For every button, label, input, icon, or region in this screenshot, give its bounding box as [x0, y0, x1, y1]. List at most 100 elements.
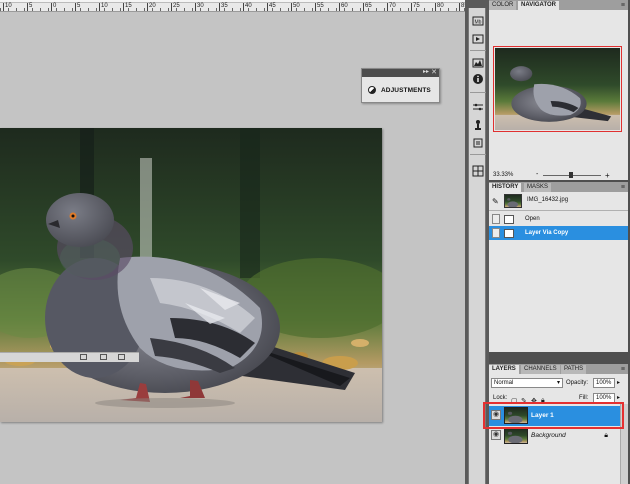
eye-icon[interactable]: ◉	[491, 430, 501, 440]
ruler-label: 45	[269, 3, 276, 9]
snapshot-name[interactable]: IMG_16432.jpg	[527, 197, 568, 203]
opacity-arrow-icon[interactable]: ▸	[617, 379, 620, 386]
document-icon	[504, 214, 514, 224]
opacity-input[interactable]: 100%	[593, 378, 615, 388]
history-footer	[0, 352, 139, 362]
snapshot-icon[interactable]	[100, 354, 107, 360]
navigator-view-box[interactable]	[493, 46, 622, 132]
ruler-label: 65	[365, 3, 372, 9]
layer-thumbnail	[504, 427, 528, 444]
ruler-label: 5	[77, 3, 81, 9]
adjustments-titlebar[interactable]: ▸▸ ✕	[362, 69, 439, 77]
ruler-major-tick	[435, 3, 436, 11]
dock-divider	[470, 92, 486, 93]
ruler-label: 0	[53, 3, 57, 9]
ruler-major-tick	[339, 3, 340, 11]
ruler-label: 10	[5, 3, 12, 9]
mini-bridge-icon[interactable]: Mb	[471, 14, 485, 28]
tab-masks[interactable]: MASKS	[524, 183, 552, 192]
ruler-label: 50	[293, 3, 300, 9]
ruler-major-tick	[3, 3, 4, 11]
adjustments-button[interactable]: ADJUSTMENTS	[362, 77, 439, 103]
dock-divider	[470, 50, 486, 51]
adjustments-icon	[368, 86, 376, 94]
ruler-major-tick	[147, 3, 148, 11]
layer-row[interactable]: ◉ Background 🔒︎	[489, 426, 628, 446]
ruler-major-tick	[459, 3, 460, 11]
ruler-label: 75	[413, 3, 420, 9]
zoom-out-icon[interactable]: -	[536, 171, 538, 178]
layer-name[interactable]: Background	[531, 432, 566, 439]
ruler-major-tick	[291, 3, 292, 11]
chevron-down-icon: ▾	[556, 380, 560, 386]
zoom-value[interactable]: 33.33%	[493, 172, 513, 178]
zoom-in-icon[interactable]: +	[605, 171, 610, 180]
ruler-label: 35	[221, 3, 228, 9]
ruler-label: 40	[245, 3, 252, 9]
actions-icon[interactable]	[471, 32, 485, 46]
blend-mode-value: Normal	[494, 380, 514, 386]
info-icon[interactable]	[471, 72, 485, 86]
dock-divider	[470, 154, 486, 155]
ruler-major-tick	[363, 3, 364, 11]
fill-label: Fill:	[579, 395, 589, 401]
zoom-slider-knob[interactable]	[569, 172, 573, 178]
clone-source-icon[interactable]	[471, 118, 485, 132]
adjustments-label: ADJUSTMENTS	[381, 86, 431, 94]
layers-tabbar: LAYERS CHANNELS PATHS ≡	[489, 364, 628, 374]
svg-text:Mb: Mb	[475, 20, 482, 26]
history-brush-icon[interactable]: ✎	[492, 197, 499, 206]
horizontal-ruler[interactable]: 1050510152025303540455055606570758085	[0, 0, 465, 12]
navigator-tabbar: COLOR NAVIGATOR ≡	[489, 0, 628, 10]
ruler-major-tick	[411, 3, 412, 11]
ruler-major-tick	[123, 3, 124, 11]
ruler-major-tick	[315, 3, 316, 11]
tab-channels[interactable]: CHANNELS	[521, 365, 560, 374]
layer-copy-icon	[504, 228, 514, 238]
panel-menu-icon[interactable]: ≡	[621, 183, 625, 192]
new-document-icon[interactable]	[80, 354, 87, 360]
opacity-label: Opacity:	[566, 380, 589, 386]
fill-value: 100%	[596, 395, 612, 401]
history-step-label: Layer Via Copy	[525, 230, 569, 236]
panel-menu-icon[interactable]: ≡	[621, 1, 625, 10]
ruler-major-tick	[195, 3, 196, 11]
tab-paths[interactable]: PATHS	[561, 365, 587, 374]
ruler-label: 15	[125, 3, 132, 9]
tab-color[interactable]: COLOR	[489, 1, 517, 10]
collapse-icon[interactable]: ▸▸	[423, 68, 429, 75]
history-step-selected[interactable]: Layer Via Copy	[489, 226, 628, 240]
ruler-label: 70	[389, 3, 396, 9]
navigator-panel: COLOR NAVIGATOR ≡ 33.33% - +	[489, 0, 628, 180]
ruler-label: 55	[317, 3, 324, 9]
brush-presets-icon[interactable]	[471, 100, 485, 114]
histogram-icon[interactable]	[471, 56, 485, 70]
tab-layers[interactable]: LAYERS	[489, 365, 519, 374]
trash-icon[interactable]	[118, 354, 125, 360]
ruler-label: 5	[29, 3, 33, 9]
tab-history[interactable]: HISTORY	[489, 183, 522, 192]
adjustments-panel[interactable]: ▸▸ ✕ ADJUSTMENTS	[361, 68, 440, 103]
opacity-value: 100%	[596, 380, 612, 386]
history-step[interactable]: Open	[489, 212, 628, 226]
layer-comps-icon[interactable]	[471, 164, 485, 178]
notes-icon[interactable]	[471, 136, 485, 150]
ruler-major-tick	[219, 3, 220, 11]
history-source-checkbox[interactable]	[492, 228, 500, 238]
lock-label: Lock:	[493, 395, 508, 401]
document-image[interactable]	[0, 128, 382, 422]
blend-mode-select[interactable]: Normal ▾	[491, 378, 563, 388]
ruler-major-tick	[387, 3, 388, 11]
history-panel: HISTORY MASKS ≡ ✎ IMG_16432.jpg Open Lay…	[489, 182, 628, 352]
selection-highlight	[483, 402, 624, 429]
history-source-checkbox[interactable]	[492, 214, 500, 224]
tab-navigator[interactable]: NAVIGATOR	[518, 1, 560, 10]
ruler-label: 10	[101, 3, 108, 9]
close-icon[interactable]: ✕	[431, 68, 437, 76]
fill-arrow-icon[interactable]: ▸	[617, 394, 620, 401]
ruler-label: 20	[149, 3, 156, 9]
ruler-major-tick	[75, 3, 76, 11]
snapshot-thumbnail[interactable]	[504, 194, 522, 208]
history-divider	[489, 210, 628, 211]
panel-menu-icon[interactable]: ≡	[621, 365, 625, 374]
